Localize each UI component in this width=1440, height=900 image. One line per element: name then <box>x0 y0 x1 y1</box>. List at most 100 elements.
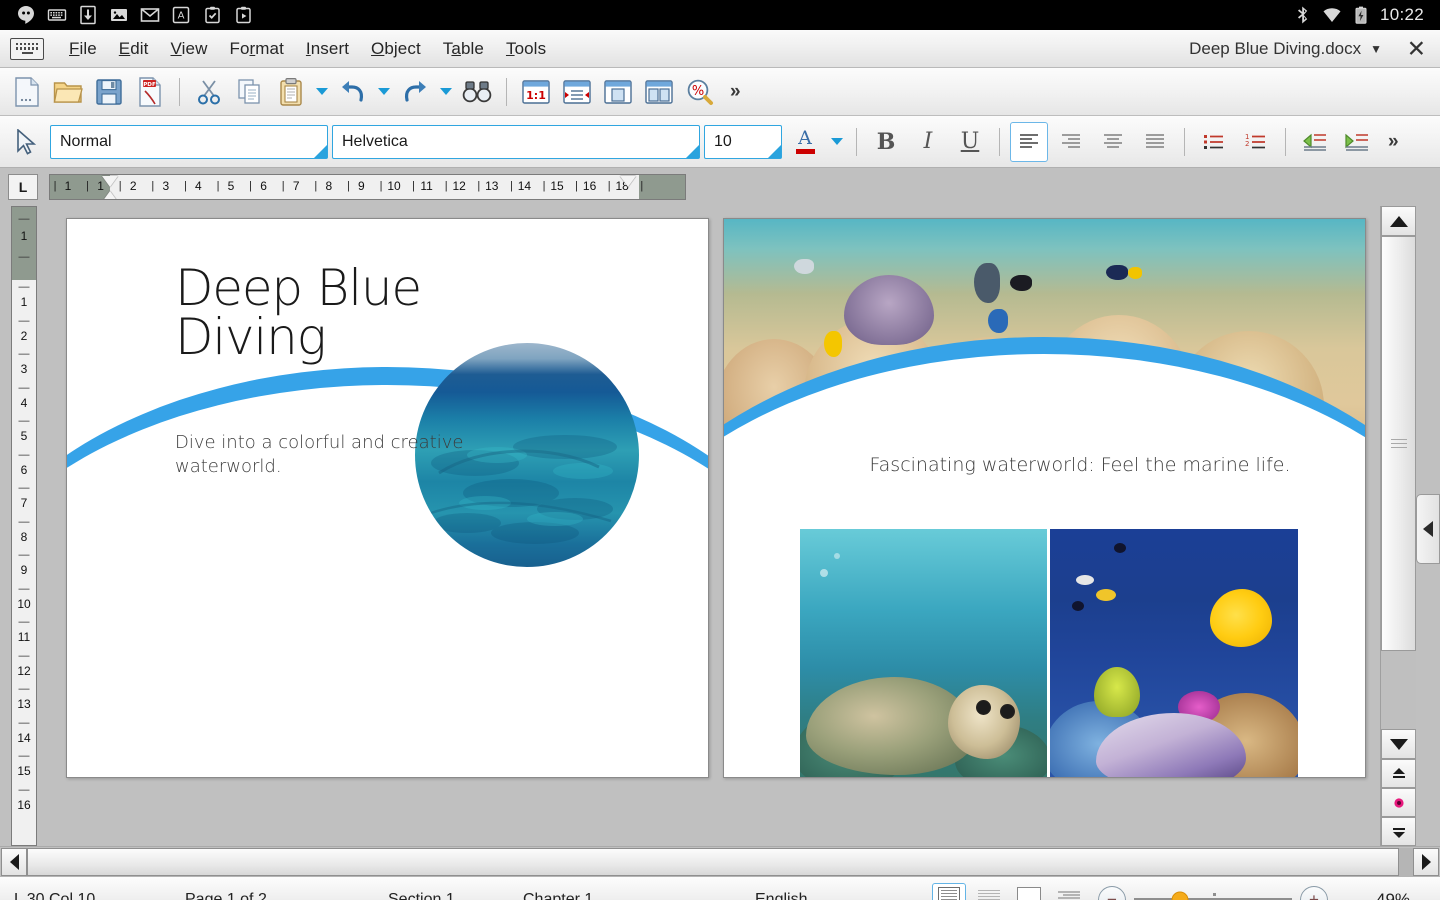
open-document-button[interactable] <box>49 72 87 112</box>
font-size-input[interactable]: 10 <box>704 125 782 159</box>
menu-item-view[interactable]: View <box>160 36 219 62</box>
bold-button[interactable]: B <box>867 122 905 162</box>
redo-dropdown-arrow[interactable] <box>437 72 455 112</box>
svg-text:1:1: 1:1 <box>526 89 546 102</box>
horizontal-scroll-track[interactable] <box>27 848 1413 876</box>
dropdown-corner-icon[interactable] <box>314 145 327 158</box>
scroll-down-arrow-icon[interactable] <box>1381 729 1416 759</box>
menu-item-insert[interactable]: Insert <box>295 36 360 62</box>
ruler-tick: — <box>19 616 30 628</box>
export-pdf-button[interactable]: PDF <box>131 72 169 112</box>
sidebar-toggle-left-icon <box>1423 521 1433 537</box>
zoom-100-button[interactable]: 1:1 <box>517 72 555 112</box>
font-color-dropdown-arrow[interactable] <box>828 122 846 162</box>
ruler-number: 5 <box>21 429 28 443</box>
horizontal-ruler[interactable]: |1|1|2|3|4|5|6|7|8|9|10|11|12|13|14|15|1… <box>49 174 686 200</box>
format-overflow-button[interactable]: » <box>1380 131 1406 153</box>
fish-shape <box>1096 589 1116 601</box>
new-document-button[interactable] <box>8 72 46 112</box>
horizontal-scrollbar[interactable] <box>0 846 1440 876</box>
cursor-arrow-icon[interactable] <box>8 122 46 162</box>
undo-dropdown-arrow[interactable] <box>375 72 393 112</box>
gmail-icon <box>140 5 160 25</box>
sidebar-toggle-button[interactable] <box>1416 494 1440 564</box>
page1-title[interactable]: Deep Blue Diving <box>175 264 505 361</box>
menu-item-format[interactable]: Format <box>218 36 294 62</box>
document-title-bar[interactable]: Deep Blue Diving.docx ▼ <box>1189 39 1382 59</box>
close-icon[interactable]: ✕ <box>1407 37 1426 60</box>
multi-page-view-button[interactable] <box>1052 883 1086 900</box>
document-page-2[interactable]: Fascinating waterworld: Feel the marine … <box>723 218 1366 778</box>
two-pages-button[interactable] <box>640 72 678 112</box>
scroll-up-arrow-icon[interactable] <box>1381 206 1416 236</box>
document-page-1[interactable]: Deep Blue Diving Dive into a colorful an… <box>66 218 709 778</box>
paragraph-style-input[interactable]: Normal <box>50 125 328 159</box>
zoom-percent-button[interactable]: % <box>681 72 719 112</box>
vertical-scroll-thumb[interactable] <box>1381 236 1416 651</box>
undo-button[interactable] <box>334 72 372 112</box>
zoom-in-button[interactable]: + <box>1300 886 1328 900</box>
next-page-button[interactable] <box>1381 817 1416 846</box>
page-width-button[interactable] <box>558 72 596 112</box>
right-indent-marker[interactable] <box>620 187 636 200</box>
zoom-slider-control[interactable]: − + <box>1098 886 1328 900</box>
toolbar-overflow-button[interactable]: » <box>722 81 748 103</box>
page2-heading[interactable]: Fascinating waterworld: Feel the marine … <box>820 454 1340 476</box>
scroll-left-arrow-icon[interactable] <box>1 848 27 876</box>
single-page-view-button[interactable] <box>1012 883 1046 900</box>
save-button[interactable] <box>90 72 128 112</box>
clipboard-paste-button[interactable] <box>272 72 310 112</box>
align-justify-button[interactable] <box>1136 122 1174 162</box>
cut-button[interactable] <box>190 72 228 112</box>
menu-item-edit[interactable]: Edit <box>108 36 160 62</box>
menu-item-object[interactable]: Object <box>360 36 432 62</box>
web-layout-view-button[interactable] <box>972 883 1006 900</box>
scroll-right-arrow-icon[interactable] <box>1413 848 1439 876</box>
chevron-down-icon[interactable]: ▼ <box>1370 42 1382 56</box>
vertical-scroll-track[interactable] <box>1381 236 1416 729</box>
vertical-ruler[interactable]: 1———1—2—3—4—5—6—7—8—9—10—11—12—13—14—15—… <box>11 206 37 846</box>
keyboard-icon[interactable] <box>10 38 44 60</box>
sea-turtle-photo[interactable] <box>800 529 1047 778</box>
increase-indent-button[interactable] <box>1338 122 1376 162</box>
ruler-tick: | <box>445 180 448 192</box>
ruler-tick: — <box>19 650 30 662</box>
tab-stop-selector[interactable]: L <box>8 174 38 200</box>
decrease-indent-button[interactable] <box>1296 122 1334 162</box>
menu-item-tools[interactable]: Tools <box>495 36 557 62</box>
find-replace-button[interactable] <box>458 72 496 112</box>
align-right-button[interactable] <box>1052 122 1090 162</box>
turtle-eye-shape <box>1000 704 1015 719</box>
bullet-list-button[interactable] <box>1195 122 1233 162</box>
numbered-list-button[interactable]: 12 <box>1237 122 1275 162</box>
underline-button[interactable]: U <box>951 122 989 162</box>
vertical-scrollbar[interactable] <box>1380 206 1416 846</box>
single-page-button[interactable] <box>599 72 637 112</box>
italic-button[interactable]: I <box>909 122 947 162</box>
print-layout-view-button[interactable] <box>932 883 966 900</box>
page1-subtitle[interactable]: Dive into a colorful and creative waterw… <box>175 431 475 479</box>
font-name-input[interactable]: Helvetica <box>332 125 700 159</box>
paste-dropdown-arrow[interactable] <box>313 72 331 112</box>
horizontal-ruler-row: L |1|1|2|3|4|5|6|7|8|9|10|11|12|13|14|15… <box>0 168 1440 206</box>
dropdown-corner-icon[interactable] <box>768 145 781 158</box>
menu-item-file[interactable]: File <box>58 36 108 62</box>
previous-page-button[interactable] <box>1381 759 1416 788</box>
align-center-button[interactable] <box>1094 122 1132 162</box>
zoom-out-button[interactable]: − <box>1098 886 1126 900</box>
copy-button[interactable] <box>231 72 269 112</box>
align-left-button[interactable] <box>1010 122 1048 162</box>
navigation-button[interactable] <box>1381 788 1416 817</box>
font-color-button[interactable]: A <box>786 122 824 162</box>
page2-photo-pair[interactable] <box>800 529 1298 778</box>
ruler-number: 15 <box>550 179 563 193</box>
tropical-fish-coral-photo[interactable] <box>1050 529 1298 778</box>
redo-button[interactable] <box>396 72 434 112</box>
single-page-view-icon <box>1017 887 1041 900</box>
page-canvas[interactable]: Deep Blue Diving Dive into a colorful an… <box>44 206 1380 846</box>
horizontal-scroll-thumb[interactable] <box>27 848 1399 876</box>
menu-item-table[interactable]: Table <box>432 36 495 62</box>
download-icon <box>78 5 98 25</box>
zoom-slider-handle[interactable] <box>1172 891 1189 900</box>
dropdown-corner-icon[interactable] <box>686 145 699 158</box>
